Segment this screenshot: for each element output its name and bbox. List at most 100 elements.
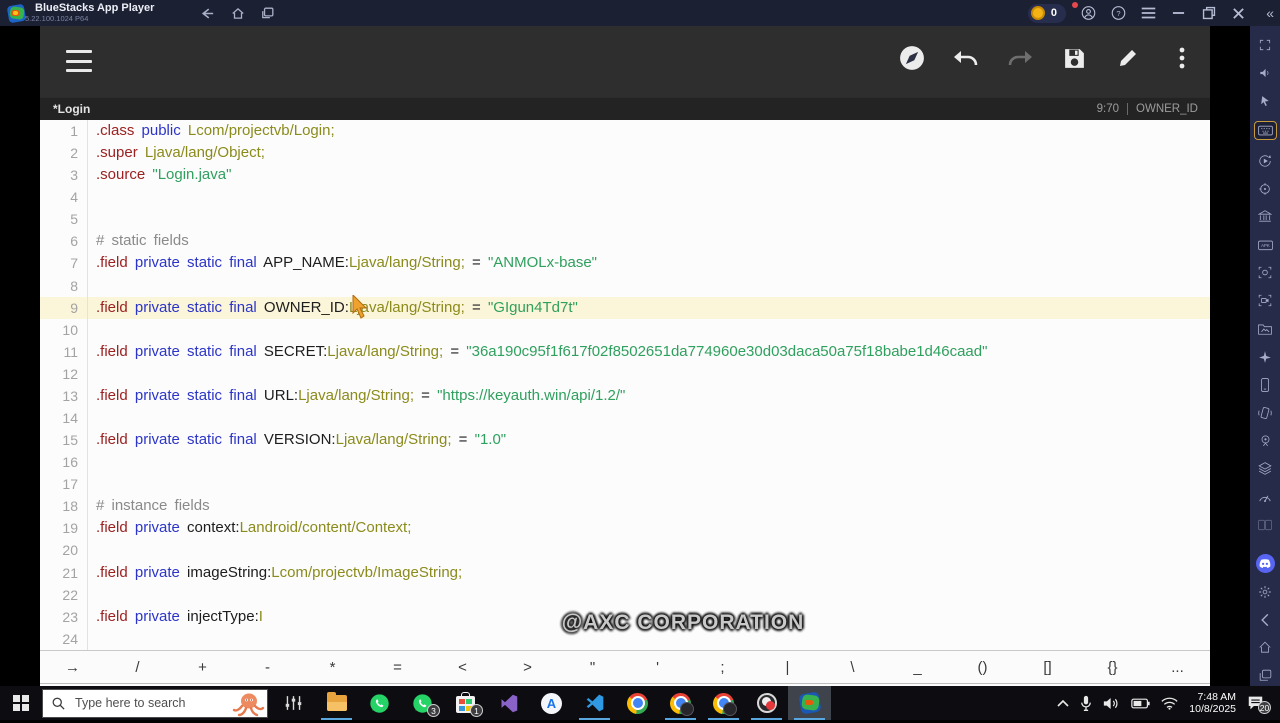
edit-icon[interactable] [1114, 44, 1142, 72]
tab-login[interactable]: *Login [53, 102, 90, 116]
code-line[interactable]: 6 # static fields [40, 230, 1210, 253]
fullscreen-icon[interactable] [1255, 37, 1275, 52]
symbol-key[interactable]: > [495, 659, 560, 676]
symbol-key[interactable]: " [560, 659, 625, 676]
minimize-icon[interactable] [1171, 6, 1186, 21]
symbol-key[interactable]: ... [1145, 659, 1210, 676]
symbol-key[interactable]: - [235, 659, 300, 676]
code-line[interactable]: 1 .class public Lcom/projectvb/Login; [40, 120, 1210, 143]
apk-install-icon[interactable]: APK [1255, 237, 1275, 252]
code-line[interactable]: 15 .field private static final VERSION:Lj… [40, 429, 1210, 452]
home-icon[interactable] [231, 7, 245, 20]
collapse-sidebar-icon[interactable]: « [1266, 5, 1274, 21]
symbol-key[interactable]: ; [690, 659, 755, 676]
cursor-icon[interactable] [1255, 93, 1275, 108]
code-line[interactable]: 21 .field private imageString:Lcom/projec… [40, 561, 1210, 584]
code-line[interactable]: 10 [40, 318, 1210, 341]
close-icon[interactable] [1231, 6, 1246, 21]
settings-icon[interactable] [1255, 584, 1275, 599]
clock[interactable]: 7:48 AM 10/8/2025 [1189, 691, 1236, 715]
screen-recorder-icon[interactable] [1255, 293, 1275, 308]
visual-studio-taskbar-icon[interactable] [487, 686, 530, 720]
symbol-key[interactable]: < [430, 659, 495, 676]
tray-expand-icon[interactable] [1057, 699, 1069, 707]
code-line[interactable]: 4 [40, 186, 1210, 209]
media-manager-icon[interactable] [1255, 321, 1275, 336]
code-line[interactable]: 19 .field private context:Landroid/conten… [40, 517, 1210, 540]
multi-instance-icon[interactable] [1255, 461, 1275, 476]
volume-icon[interactable] [1255, 65, 1275, 80]
microphone-icon[interactable] [1080, 695, 1092, 712]
chrome-profile-1-taskbar-icon[interactable] [659, 686, 702, 720]
obs-recorder-taskbar-icon[interactable] [745, 686, 788, 720]
macro-recorder-icon[interactable] [1255, 153, 1275, 168]
code-line[interactable]: 7 .field private static final APP_NAME:Lj… [40, 252, 1210, 275]
symbol-key[interactable]: → [40, 659, 105, 676]
symbol-key[interactable]: [] [1015, 659, 1080, 676]
script-library-icon[interactable] [1255, 209, 1275, 224]
code-line[interactable]: 20 [40, 539, 1210, 562]
symbol-key[interactable]: | [755, 659, 820, 676]
more-icon[interactable] [1168, 44, 1196, 72]
account-icon[interactable] [1081, 6, 1096, 21]
nav-home-icon[interactable] [1255, 640, 1275, 655]
code-line[interactable]: 16 [40, 451, 1210, 474]
webcam-icon[interactable] [1255, 433, 1275, 448]
game-controls-icon[interactable] [1253, 121, 1277, 140]
symbol-key[interactable]: + [170, 659, 235, 676]
save-icon[interactable] [1060, 44, 1088, 72]
code-line[interactable]: 14 [40, 407, 1210, 430]
code-line[interactable]: 18 # instance fields [40, 495, 1210, 518]
start-button[interactable] [0, 686, 42, 720]
battery-icon[interactable] [1131, 698, 1150, 709]
symbol-key[interactable]: * [300, 659, 365, 676]
code-line[interactable]: 8 [40, 274, 1210, 297]
symbol-key[interactable]: \ [820, 659, 885, 676]
symbol-key[interactable]: {} [1080, 659, 1145, 676]
navigate-icon[interactable] [898, 44, 926, 72]
code-line[interactable]: 12 [40, 362, 1210, 385]
chrome-taskbar-icon[interactable] [616, 686, 659, 720]
restore-icon[interactable] [1201, 6, 1216, 21]
wifi-icon[interactable] [1161, 697, 1178, 710]
symbol-key[interactable]: / [105, 659, 170, 676]
symbol-key[interactable]: = [365, 659, 430, 676]
nav-back-icon[interactable] [1255, 612, 1275, 627]
code-line[interactable]: 9 .field private static final OWNER_ID:Lj… [40, 296, 1210, 319]
aim-assist-icon[interactable] [1255, 181, 1275, 196]
search-input[interactable]: Type here to search [42, 688, 268, 718]
file-explorer-taskbar-icon[interactable] [315, 686, 358, 720]
bluestacks-taskbar-icon[interactable] [788, 686, 831, 720]
task-view-taskbar-icon[interactable] [272, 686, 315, 720]
menu-icon[interactable] [66, 50, 92, 72]
back-icon[interactable] [200, 7, 215, 20]
whatsapp-2-taskbar-icon[interactable]: 3 [401, 686, 444, 720]
menu-icon[interactable] [1141, 6, 1156, 21]
discord-icon[interactable] [1255, 554, 1275, 573]
action-center-icon[interactable]: 20 [1247, 695, 1271, 714]
screenshot-icon[interactable] [1255, 265, 1275, 280]
airplane-icon[interactable] [1255, 349, 1275, 364]
multi-window-icon[interactable] [261, 7, 274, 20]
coins-counter[interactable]: 0 [1027, 1, 1078, 23]
code-editor[interactable]: 1 .class public Lcom/projectvb/Login; 2 .su… [40, 120, 1210, 650]
vscode-taskbar-icon[interactable] [573, 686, 616, 720]
whatsapp-taskbar-icon[interactable] [358, 686, 401, 720]
a-app-taskbar-icon[interactable]: A [530, 686, 573, 720]
symbol-key[interactable]: () [950, 659, 1015, 676]
code-line[interactable]: 11 .field private static final SECRET:Lja… [40, 340, 1210, 363]
undo-icon[interactable] [952, 44, 980, 72]
nav-recents-icon[interactable] [1255, 668, 1275, 683]
code-line[interactable]: 3 .source "Login.java" [40, 164, 1210, 187]
redo-icon[interactable] [1006, 44, 1034, 72]
performance-icon[interactable] [1255, 489, 1275, 504]
microsoft-store-taskbar-icon[interactable]: 1 [444, 686, 487, 720]
code-line[interactable]: 13 .field private static final URL:Ljava/… [40, 384, 1210, 408]
code-line[interactable]: 2 .super Ljava/lang/Object; [40, 142, 1210, 165]
volume-icon[interactable] [1103, 696, 1120, 711]
chrome-profile-2-taskbar-icon[interactable] [702, 686, 745, 720]
split-screen-icon[interactable] [1255, 517, 1275, 532]
help-icon[interactable]: ? [1111, 6, 1126, 21]
code-line[interactable]: 22 [40, 583, 1210, 606]
code-line[interactable]: 17 [40, 473, 1210, 496]
